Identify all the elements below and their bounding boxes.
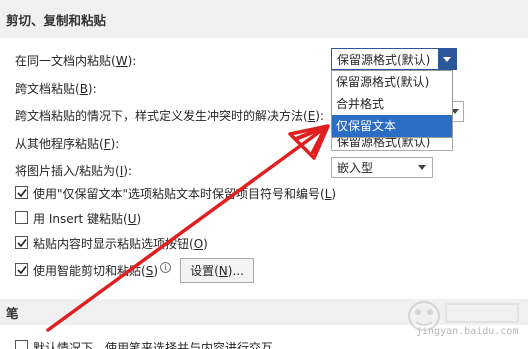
section-header-cut-copy-paste: 剪切、复制和粘贴 (0, 0, 528, 38)
info-icon[interactable]: i (160, 262, 171, 273)
paste-option-dropdown-list[interactable]: 保留源格式(默认) 合并格式 仅保留文本 (331, 70, 453, 138)
label-style-conflict: 跨文档粘贴的情况下，样式定义发生冲突时的解决方法(E): (15, 109, 325, 123)
dropdown-option-keep-source[interactable]: 保留源格式(默认) (332, 71, 452, 93)
label-paste-within-document: 在同一文档内粘贴(W): (15, 54, 137, 68)
chevron-down-icon[interactable] (438, 49, 456, 69)
checkbox-label-keep-bullets: 使用"仅保留文本"选项粘贴文本时保留项目符号和编号(L) (33, 187, 337, 201)
dropdown-option-keep-text-only[interactable]: 仅保留文本 (332, 115, 452, 137)
label-insert-picture-as: 将图片插入/粘贴为(I): (15, 164, 133, 178)
checkmark-icon (16, 238, 27, 247)
select-value: 保留源格式(默认) (337, 52, 431, 67)
label-paste-from-other-programs: 从其他程序粘贴(F): (15, 137, 120, 151)
section-title: 剪切、复制和粘贴 (6, 12, 107, 28)
checkmark-icon (16, 265, 27, 274)
checkbox-label-pen-select-interact: 默认情况下，使用笔来选择并与内容进行交互 (33, 341, 274, 349)
checkbox-show-paste-options[interactable] (15, 236, 28, 249)
checkbox-label-show-paste-options: 粘贴内容时显示粘贴选项按钮(O) (33, 237, 208, 251)
checkmark-icon (16, 188, 27, 197)
checkbox-pen-select-interact[interactable] (15, 340, 28, 349)
checkbox-smart-cut-paste[interactable] (15, 263, 28, 276)
checkbox-keep-bullets[interactable] (15, 186, 28, 199)
checkbox-insert-key-paste[interactable] (15, 211, 28, 224)
section-title: 笔 (6, 305, 19, 321)
insert-picture-as-select[interactable]: 嵌入型 (331, 157, 433, 178)
chevron-down-icon[interactable] (412, 158, 432, 177)
settings-button[interactable]: 设置(N)... (180, 258, 254, 283)
checkbox-label-insert-key-paste: 用 Insert 键粘贴(U) (33, 212, 142, 226)
select-value: 嵌入型 (337, 161, 374, 175)
watermark-text: jingyan.baidu.com (416, 326, 519, 337)
paste-within-document-select[interactable]: 保留源格式(默认) (331, 48, 457, 70)
label-paste-between-documents: 跨文档粘贴(B): (15, 82, 97, 96)
checkbox-label-smart-cut-paste: 使用智能剪切和粘贴(S) (33, 264, 158, 278)
dropdown-option-merge-formatting[interactable]: 合并格式 (332, 93, 452, 115)
